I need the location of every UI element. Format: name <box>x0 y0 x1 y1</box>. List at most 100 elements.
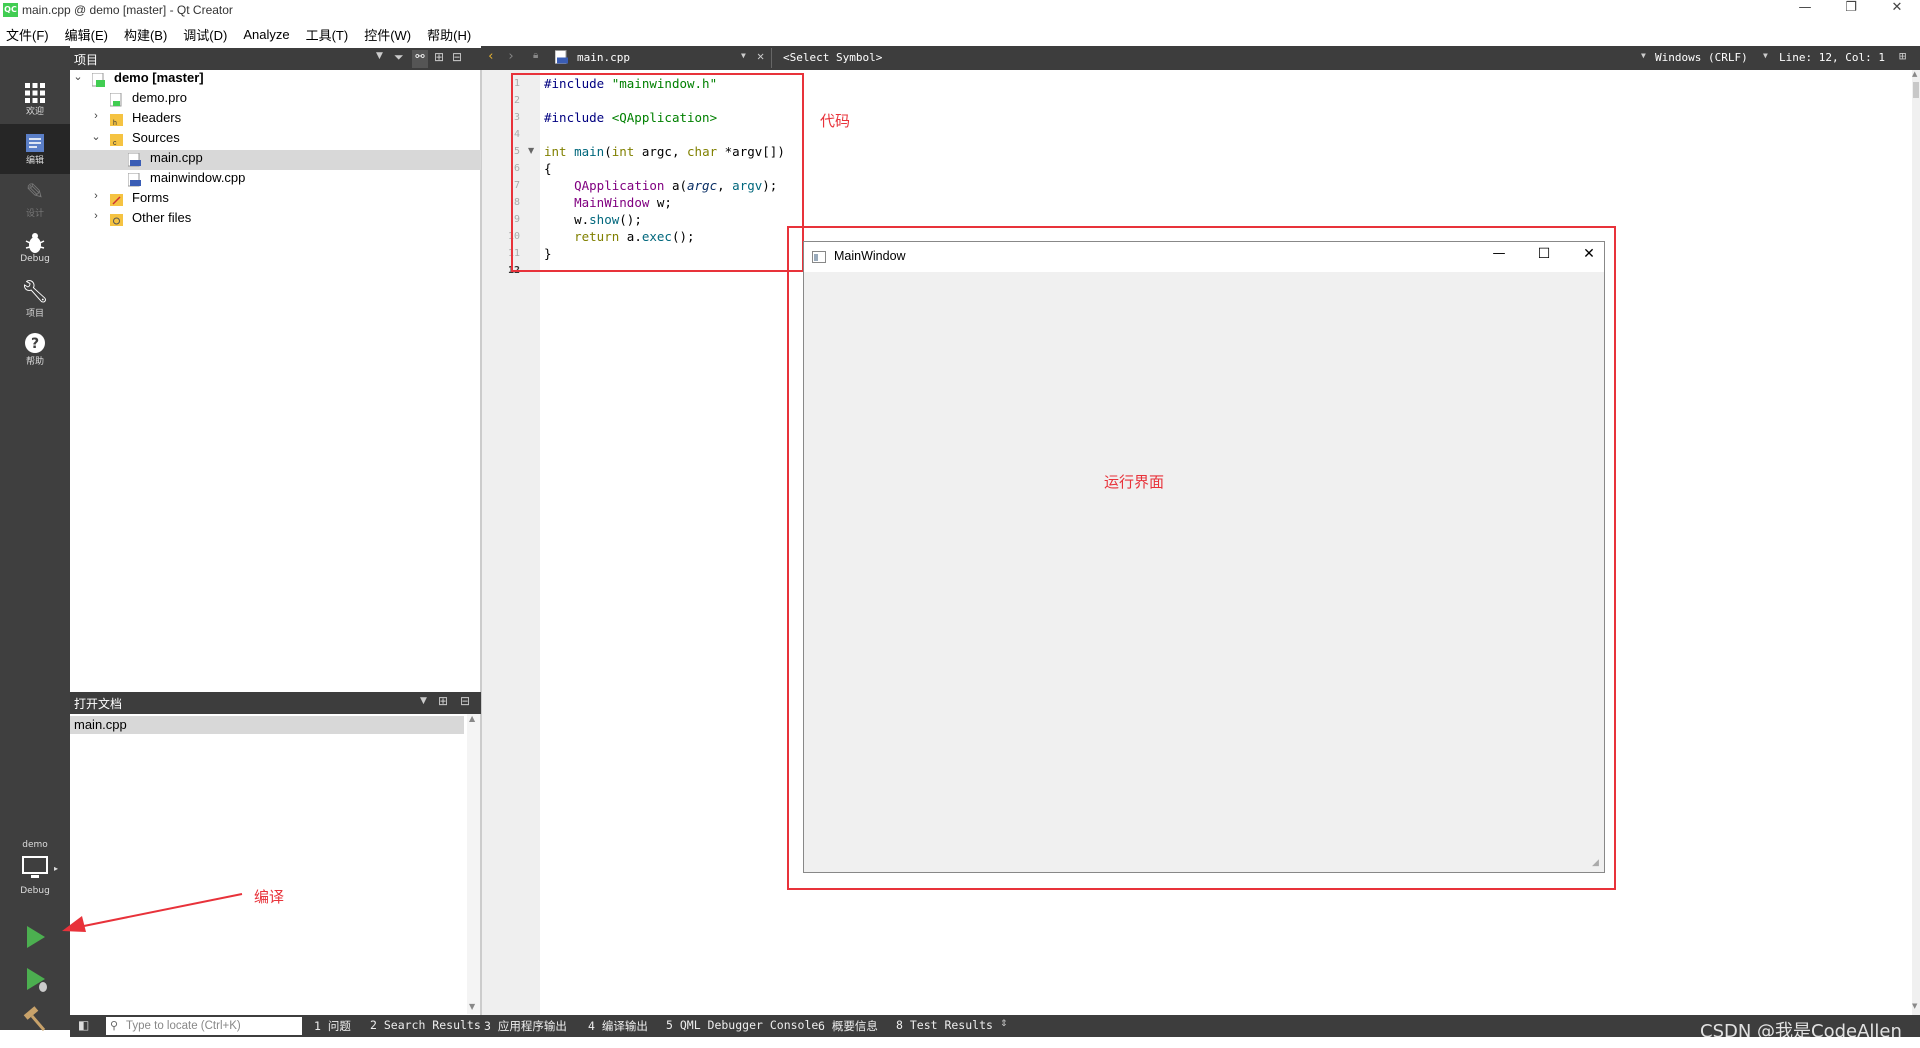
tab-application-output[interactable]: 3 应用程序输出 <box>484 1018 567 1034</box>
chevron-down-icon[interactable]: ▼ <box>376 51 383 61</box>
svg-text:h: h <box>113 120 117 127</box>
close-document-icon[interactable]: ✕ <box>757 49 764 63</box>
locator-placeholder: Type to locate (Ctrl+K) <box>126 1020 241 1032</box>
edit-doc-icon <box>26 134 44 152</box>
forward-icon[interactable]: › <box>507 49 515 64</box>
run-minimize-button[interactable]: — <box>1484 246 1514 261</box>
folder-icon <box>110 194 123 206</box>
tree-item-demo-pro[interactable]: demo.pro <box>70 90 481 110</box>
menu-widgets[interactable]: 控件(W) <box>364 25 411 44</box>
back-icon[interactable]: ‹ <box>487 49 495 64</box>
project-icon <box>92 73 105 87</box>
run-button[interactable] <box>20 922 50 952</box>
title-bar: QC main.cpp @ demo [master] - Qt Creator… <box>0 0 1920 22</box>
scroll-up-icon[interactable]: ▲ <box>469 714 475 723</box>
divider <box>771 48 772 68</box>
symbol-selector[interactable]: <Select Symbol> <box>783 51 882 64</box>
minimize-button[interactable]: — <box>1782 0 1828 22</box>
restore-button[interactable]: ❐ <box>1828 0 1874 22</box>
scroll-thumb[interactable] <box>1913 82 1919 98</box>
tree-item-mainwindow-cpp[interactable]: mainwindow.cpp <box>70 170 481 190</box>
sidebar-toggle-icon[interactable]: ◧ <box>78 1018 89 1032</box>
tab-issues[interactable]: 1 问题 <box>314 1018 351 1034</box>
tree-label: mainwindow.cpp <box>150 170 246 185</box>
locator-input[interactable]: ⚲ Type to locate (Ctrl+K) <box>106 1017 302 1035</box>
tree-item-sources[interactable]: ⌄ c Sources <box>70 130 481 150</box>
tab-qml-debugger-console[interactable]: 5 QML Debugger Console <box>666 1018 818 1032</box>
wrench-icon: 🔧︎ <box>21 280 49 305</box>
cpp-file-icon <box>555 50 568 64</box>
chevron-right-icon[interactable]: › <box>90 210 102 222</box>
run-close-button[interactable]: ✕ <box>1574 246 1604 262</box>
tree-item-other-files[interactable]: › Other files <box>70 210 481 230</box>
tree-item-headers[interactable]: › h Headers <box>70 110 481 130</box>
menu-edit[interactable]: 编辑(E) <box>65 25 108 44</box>
close-button[interactable]: ✕ <box>1874 0 1920 22</box>
scroll-up-icon[interactable]: ▲ <box>1912 70 1917 78</box>
tree-item-forms[interactable]: › Forms <box>70 190 481 210</box>
chevron-right-icon[interactable]: › <box>90 110 102 122</box>
svg-text:?: ? <box>31 336 39 352</box>
chevron-down-icon[interactable]: ▼ <box>420 696 427 706</box>
open-doc-label: main.cpp <box>74 717 127 732</box>
menu-analyze[interactable]: Analyze <box>243 27 289 42</box>
menu-build[interactable]: 构建(B) <box>124 25 167 44</box>
menu-help[interactable]: 帮助(H) <box>427 25 471 44</box>
build-button[interactable] <box>20 1004 50 1034</box>
menu-file[interactable]: 文件(F) <box>6 25 49 44</box>
chevron-down-icon[interactable]: ⌄ <box>72 70 84 83</box>
chevron-down-icon[interactable]: ▼ <box>741 51 746 60</box>
open-docs-title: 打开文档 <box>74 697 123 711</box>
chevron-down-icon[interactable]: ⌄ <box>90 130 102 143</box>
chevron-down-icon[interactable]: ▼ <box>1763 51 1768 60</box>
tree-label: main.cpp <box>150 150 203 165</box>
project-panel-header: 项目 ▼ ⏷ ⚯ ⊞ ⊟ <box>70 48 481 70</box>
mode-debug[interactable]: Debug <box>0 224 70 274</box>
tab-test-results[interactable]: 8 Test Results <box>896 1018 993 1032</box>
close-pane-icon[interactable]: ⊟ <box>460 694 470 708</box>
split-icon[interactable]: ⊞ <box>1899 49 1906 63</box>
cpp-file-icon <box>128 173 141 187</box>
list-item[interactable]: main.cpp <box>70 716 464 734</box>
scroll-down-icon[interactable]: ▼ <box>469 1002 475 1011</box>
debug-run-button[interactable] <box>20 964 50 994</box>
mode-welcome[interactable]: 欢迎 <box>0 74 70 124</box>
scrollbar[interactable]: ▲ ▼ <box>467 714 480 1014</box>
line-ending-selector[interactable]: Windows (CRLF) <box>1655 51 1748 64</box>
close-pane-icon[interactable]: ⊟ <box>452 50 462 64</box>
menu-debug[interactable]: 调试(D) <box>183 25 227 44</box>
run-maximize-button[interactable]: ☐ <box>1529 246 1559 262</box>
mode-label: Debug <box>20 254 50 264</box>
cursor-position[interactable]: Line: 12, Col: 1 <box>1779 51 1885 64</box>
mode-help[interactable]: ? 帮助 <box>0 324 70 374</box>
chevron-down-icon[interactable]: ▼ <box>1641 51 1646 60</box>
mode-label: 设计 <box>25 209 44 219</box>
tree-label: demo.pro <box>132 90 187 105</box>
up-down-icon[interactable]: ⇕ <box>1000 1019 1008 1029</box>
resize-grip-icon[interactable]: ◢ <box>1592 858 1599 868</box>
tree-item-demo[interactable]: ⌄ demo [master] <box>70 70 481 90</box>
editor-scrollbar[interactable]: ▲ ▼ <box>1912 70 1920 1015</box>
chevron-right-icon: ▸ <box>54 864 59 873</box>
folder-icon <box>110 214 123 226</box>
running-main-window[interactable]: MainWindow — ☐ ✕ ◢ <box>803 241 1605 873</box>
tab-general-messages[interactable]: 6 概要信息 <box>818 1018 878 1034</box>
link-icon[interactable]: ⚯ <box>412 50 428 68</box>
tab-compile-output[interactable]: 4 编译输出 <box>588 1018 648 1034</box>
pro-file-icon <box>110 93 122 107</box>
mode-edit[interactable]: 编辑 <box>0 124 70 174</box>
output-pane-bar: ◧ ⚲ Type to locate (Ctrl+K) 1 问题 2 Searc… <box>70 1015 1920 1037</box>
current-file[interactable]: main.cpp <box>577 51 630 64</box>
chevron-right-icon[interactable]: › <box>90 190 102 202</box>
tab-search-results[interactable]: 2 Search Results <box>370 1018 481 1032</box>
split-icon[interactable]: ⊞ <box>434 50 444 64</box>
filter-icon[interactable]: ⏷ <box>394 50 404 65</box>
mode-design[interactable]: ✎ 设计 <box>0 174 70 224</box>
tree-item-main-cpp[interactable]: main.cpp <box>70 150 481 170</box>
folder-icon: h <box>110 114 123 127</box>
scroll-down-icon[interactable]: ▼ <box>1912 1002 1917 1010</box>
mode-projects[interactable]: 🔧︎ 项目 <box>0 274 70 324</box>
split-icon[interactable]: ⊞ <box>438 694 448 708</box>
menu-tools[interactable]: 工具(T) <box>306 25 349 44</box>
open-docs-list: main.cpp ▲ ▼ <box>70 714 481 1030</box>
